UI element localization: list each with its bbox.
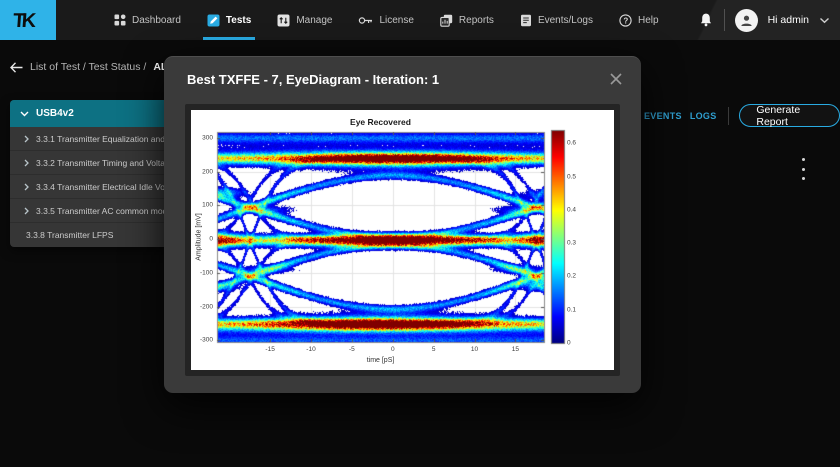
eye-diagram-modal: Best TXFFE - 7, EyeDiagram - Iteration: …: [164, 56, 641, 393]
manage-icon: [277, 14, 290, 27]
nav-item-dashboard[interactable]: Dashboard: [114, 0, 181, 40]
nav-label: Dashboard: [132, 15, 181, 26]
chevron-right-icon: [24, 135, 29, 143]
tektronix-logo[interactable]: TK: [0, 0, 56, 40]
plot-image-frame: Eye Recovered time [pS] Amplitude [mV] -…: [185, 104, 620, 376]
user-avatar[interactable]: [735, 9, 758, 32]
nav-label: Reports: [459, 15, 494, 26]
results-bar: EVENTS LOGS Generate Report: [644, 104, 840, 127]
nav-item-reports[interactable]: Reports: [440, 0, 494, 40]
back-arrow-icon[interactable]: [10, 62, 23, 73]
plot-title: Eye Recovered: [350, 117, 411, 127]
chevron-right-icon: [24, 207, 29, 215]
sidebar-item[interactable]: 3.3.4 Transmitter Electrical Idle Voltag…: [10, 175, 168, 199]
sidebar-group-usb4v2[interactable]: USB4v2: [10, 100, 168, 127]
sidebar-item-label: 3.3.4 Transmitter Electrical Idle Voltag…: [36, 182, 168, 192]
colorbar-tick-label: 0.1: [567, 306, 576, 313]
tab-logs[interactable]: LOGS: [690, 111, 717, 121]
sidebar-item-label: 3.3.5 Transmitter AC common mode: [36, 206, 168, 216]
colorbar-tick-label: 0: [567, 340, 571, 347]
person-icon: [739, 13, 754, 28]
x-tick-label: 0: [391, 346, 395, 353]
tab-events[interactable]: EVENTS: [644, 111, 682, 121]
sidebar-item-list: 3.3.1 Transmitter Equalization and Calib…: [10, 127, 168, 247]
help-icon: ?: [619, 14, 632, 27]
plot-x-axis-label: time [pS]: [367, 357, 395, 364]
y-tick-label: 100: [202, 202, 213, 209]
plot-y-axis-label: Amplitude [mV]: [196, 213, 203, 260]
x-tick-label: -10: [306, 346, 315, 353]
reports-icon: [440, 14, 453, 27]
sidebar-item-label: 3.3.2 Transmitter Timing and Voltage M.: [36, 158, 168, 168]
nav-item-help[interactable]: ? Help: [619, 0, 659, 40]
chevron-right-icon: [24, 183, 29, 191]
colorbar-tick-label: 0.4: [567, 206, 576, 213]
nav-item-manage[interactable]: Manage: [277, 0, 332, 40]
user-greeting: Hi admin: [768, 14, 809, 26]
y-tick-label: 0: [209, 236, 213, 243]
svg-text:TK: TK: [12, 10, 37, 32]
eye-diagram-canvas: [191, 110, 614, 370]
sidebar-item[interactable]: 3.3.8 Transmitter LFPS: [10, 223, 168, 247]
colorbar-tick-label: 0.2: [567, 273, 576, 280]
colorbar-tick-label: 0.6: [567, 140, 576, 147]
x-tick-label: -15: [265, 346, 274, 353]
x-tick-label: 5: [432, 346, 436, 353]
eye-diagram-plot: Eye Recovered time [pS] Amplitude [mV] -…: [191, 110, 614, 370]
license-icon: [358, 15, 373, 26]
nav-label: Help: [638, 15, 659, 26]
sidebar-item-label: 3.3.1 Transmitter Equalization and Calib: [36, 134, 168, 144]
nav-item-events-logs[interactable]: Events/Logs: [520, 0, 593, 40]
user-menu-chevron-down-icon[interactable]: [819, 17, 830, 24]
colorbar-tick-label: 0.3: [567, 240, 576, 247]
sidebar-group-label: USB4v2: [36, 108, 74, 119]
nav-items: Dashboard Tests Manage: [114, 0, 659, 40]
nav-item-license[interactable]: License: [358, 0, 413, 40]
y-tick-label: -200: [200, 303, 213, 310]
close-x-icon: [609, 72, 623, 86]
y-tick-label: 300: [202, 135, 213, 142]
x-tick-label: -5: [349, 346, 355, 353]
nav-divider: [724, 9, 725, 31]
x-tick-label: 15: [512, 346, 519, 353]
events-logs-icon: [520, 14, 532, 27]
sidebar-item[interactable]: 3.3.2 Transmitter Timing and Voltage M.: [10, 151, 168, 175]
generate-report-button[interactable]: Generate Report: [739, 104, 840, 127]
tests-icon: [207, 14, 220, 27]
page: TK Dashboard Tests: [0, 0, 840, 467]
nav-label: Tests: [226, 15, 251, 26]
svg-text:?: ?: [623, 16, 628, 25]
colorbar-tick-label: 0.5: [567, 173, 576, 180]
y-tick-label: -100: [200, 269, 213, 276]
x-tick-label: 10: [471, 346, 478, 353]
nav-item-tests[interactable]: Tests: [207, 0, 251, 40]
test-suite-sidebar: USB4v2 3.3.1 Transmitter Equalization an…: [10, 100, 168, 247]
chevron-right-icon: [24, 159, 29, 167]
results-bar-divider: [728, 107, 729, 125]
nav-label: Events/Logs: [538, 15, 593, 26]
y-tick-label: -300: [200, 337, 213, 344]
nav-label: License: [379, 15, 413, 26]
y-tick-label: 200: [202, 168, 213, 175]
nav-label: Manage: [296, 15, 332, 26]
breadcrumb-path[interactable]: List of Test / Test Status /: [30, 61, 146, 73]
nav-right-cluster: Hi admin: [698, 0, 830, 40]
sidebar-item-label: 3.3.8 Transmitter LFPS: [26, 230, 113, 240]
more-options-kebab-menu[interactable]: [797, 158, 809, 180]
chevron-down-icon: [20, 111, 29, 117]
modal-close-button[interactable]: [607, 70, 625, 88]
sidebar-item[interactable]: 3.3.5 Transmitter AC common mode: [10, 199, 168, 223]
notifications-bell-icon[interactable]: [698, 12, 714, 28]
dashboard-icon: [114, 14, 126, 26]
tk-logo-icon: TK: [11, 7, 45, 33]
sidebar-item[interactable]: 3.3.1 Transmitter Equalization and Calib: [10, 127, 168, 151]
modal-title: Best TXFFE - 7, EyeDiagram - Iteration: …: [187, 72, 439, 87]
top-nav: TK Dashboard Tests: [0, 0, 840, 40]
